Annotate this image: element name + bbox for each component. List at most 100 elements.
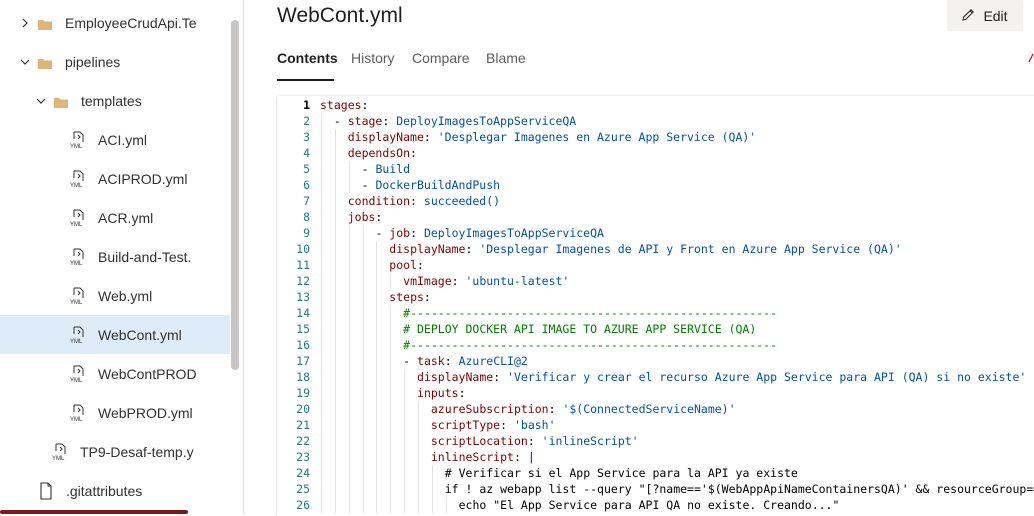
- tab-history[interactable]: History: [351, 50, 395, 78]
- indent-guide: [348, 241, 350, 257]
- indent-guide: [334, 417, 336, 433]
- code-text: #---------------------------------------…: [403, 306, 778, 320]
- edit-button[interactable]: Edit: [947, 0, 1023, 31]
- code-text: scriptLocation: 'inlineScript': [430, 434, 639, 448]
- indent-guide: [376, 337, 378, 353]
- chevron-down-icon[interactable]: [34, 94, 48, 108]
- indent-guide: [321, 417, 322, 433]
- indent-guide: [404, 497, 406, 513]
- indent-guide: [445, 497, 447, 513]
- tree-item-label: ACIPROD.yml: [98, 170, 188, 187]
- indent-guide: [334, 209, 336, 225]
- indent-guide: [418, 417, 420, 433]
- indent-guide: [321, 193, 322, 209]
- tree-item[interactable]: pipelines: [0, 42, 230, 81]
- indent-guide: [348, 385, 350, 401]
- code-text: jobs:: [347, 210, 383, 224]
- svg-text:YML: YML: [70, 339, 83, 344]
- indent-guide: [418, 449, 420, 465]
- indent-guide: [321, 353, 322, 369]
- indent-guide: [321, 257, 322, 273]
- line-number: 17: [296, 354, 310, 368]
- indent-guide: [418, 481, 420, 497]
- line-number: 19: [296, 386, 310, 400]
- tree-item[interactable]: YML WebPROD.yml: [0, 393, 230, 432]
- svg-text:YML: YML: [70, 183, 83, 188]
- line-number: 3: [303, 130, 310, 144]
- indent-guide: [362, 273, 364, 289]
- indent-guide: [362, 353, 364, 369]
- line-number: 13: [296, 290, 310, 304]
- indent-guide: [376, 465, 378, 481]
- code-viewer[interactable]: 1 stages: 2 - stage: DeployImagesToAppServi…: [277, 96, 1034, 516]
- tab-compare[interactable]: Compare: [412, 50, 470, 78]
- code-line: 7 condition: succeeded(): [277, 193, 1034, 209]
- tree-item[interactable]: YML Build-and-Test.: [0, 237, 230, 276]
- svg-text:YML: YML: [70, 378, 83, 383]
- line-number: 24: [296, 466, 310, 480]
- indent-guide: [404, 369, 406, 385]
- tree-item[interactable]: YML ACI.yml: [0, 120, 230, 159]
- indent-guide: [362, 497, 364, 513]
- indent-guide: [390, 497, 392, 513]
- tree-item[interactable]: YML Web.yml: [0, 276, 230, 315]
- code-line: 10 displayName: 'Desplegar Imagenes de AP…: [277, 241, 1034, 257]
- indent-guide: [321, 241, 322, 257]
- indent-guide: [390, 401, 392, 417]
- code-text: vmImage: 'ubuntu-latest': [403, 274, 570, 288]
- indent-guide: [376, 241, 378, 257]
- indent-guide: [376, 369, 378, 385]
- indent-guide: [348, 449, 350, 465]
- indent-guide: [390, 369, 392, 385]
- tree-item-label: WebPROD.yml: [98, 404, 193, 421]
- indent-guide: [376, 497, 378, 513]
- indent-guide: [321, 321, 322, 337]
- yaml-file-icon: YML: [52, 443, 68, 462]
- indent-guide: [334, 225, 336, 241]
- indent-guide: [348, 465, 350, 481]
- line-number: 18: [296, 370, 310, 384]
- tab-contents[interactable]: Contents: [277, 50, 338, 78]
- code-text: inputs:: [417, 386, 466, 400]
- indent-guide: [390, 353, 392, 369]
- indent-guide: [334, 161, 336, 177]
- svg-text:YML: YML: [52, 456, 65, 461]
- tree-item[interactable]: YML WebCont.yml: [0, 315, 230, 354]
- code-text: echo "El App Service para API QA no exis…: [458, 498, 840, 512]
- code-line: 16 #-------------------------------------…: [277, 337, 1034, 353]
- tree-item[interactable]: YML ACR.yml: [0, 198, 230, 237]
- yaml-file-icon: YML: [70, 248, 86, 267]
- indent-guide: [376, 353, 378, 369]
- indent-guide: [321, 481, 322, 497]
- sidebar-scrollbar[interactable]: [231, 20, 239, 370]
- tree-item[interactable]: YML ACIPROD.yml: [0, 159, 230, 198]
- line-number: 11: [296, 258, 310, 272]
- chevron-down-icon[interactable]: [18, 55, 32, 69]
- tree-item[interactable]: templates: [0, 81, 230, 120]
- tree-item[interactable]: YML WebContPROD: [0, 354, 230, 393]
- indent-guide: [334, 401, 336, 417]
- tree-item[interactable]: EmployeeCrudApi.Te: [0, 3, 230, 42]
- tree-item[interactable]: .gitattributes: [0, 471, 230, 510]
- indent-guide: [404, 433, 406, 449]
- folder-icon: [38, 56, 52, 69]
- indent-guide: [321, 113, 322, 129]
- sidebar-bottom-scrollbar[interactable]: [0, 510, 188, 514]
- svg-text:YML: YML: [70, 300, 83, 305]
- tab-blame[interactable]: Blame: [486, 50, 526, 78]
- tree-item[interactable]: YML TP9-Desaf-temp.y: [0, 432, 230, 471]
- indent-guide: [362, 321, 364, 337]
- indent-guide: [334, 449, 336, 465]
- indent-guide: [321, 225, 322, 241]
- tree-item-label: Web.yml: [98, 287, 153, 304]
- line-number: 20: [296, 402, 310, 416]
- chevron-right-icon[interactable]: [18, 16, 32, 30]
- active-tab-indicator: [277, 79, 334, 81]
- indent-guide: [376, 321, 378, 337]
- indent-guide: [321, 145, 322, 161]
- indent-guide: [362, 289, 364, 305]
- indent-guide: [321, 177, 322, 193]
- code-line: 26 echo "El App Service para API QA no ex…: [277, 497, 1034, 513]
- code-text: - job: DeployImagesToAppServiceQA: [375, 226, 604, 240]
- code-text: stages:: [320, 98, 369, 112]
